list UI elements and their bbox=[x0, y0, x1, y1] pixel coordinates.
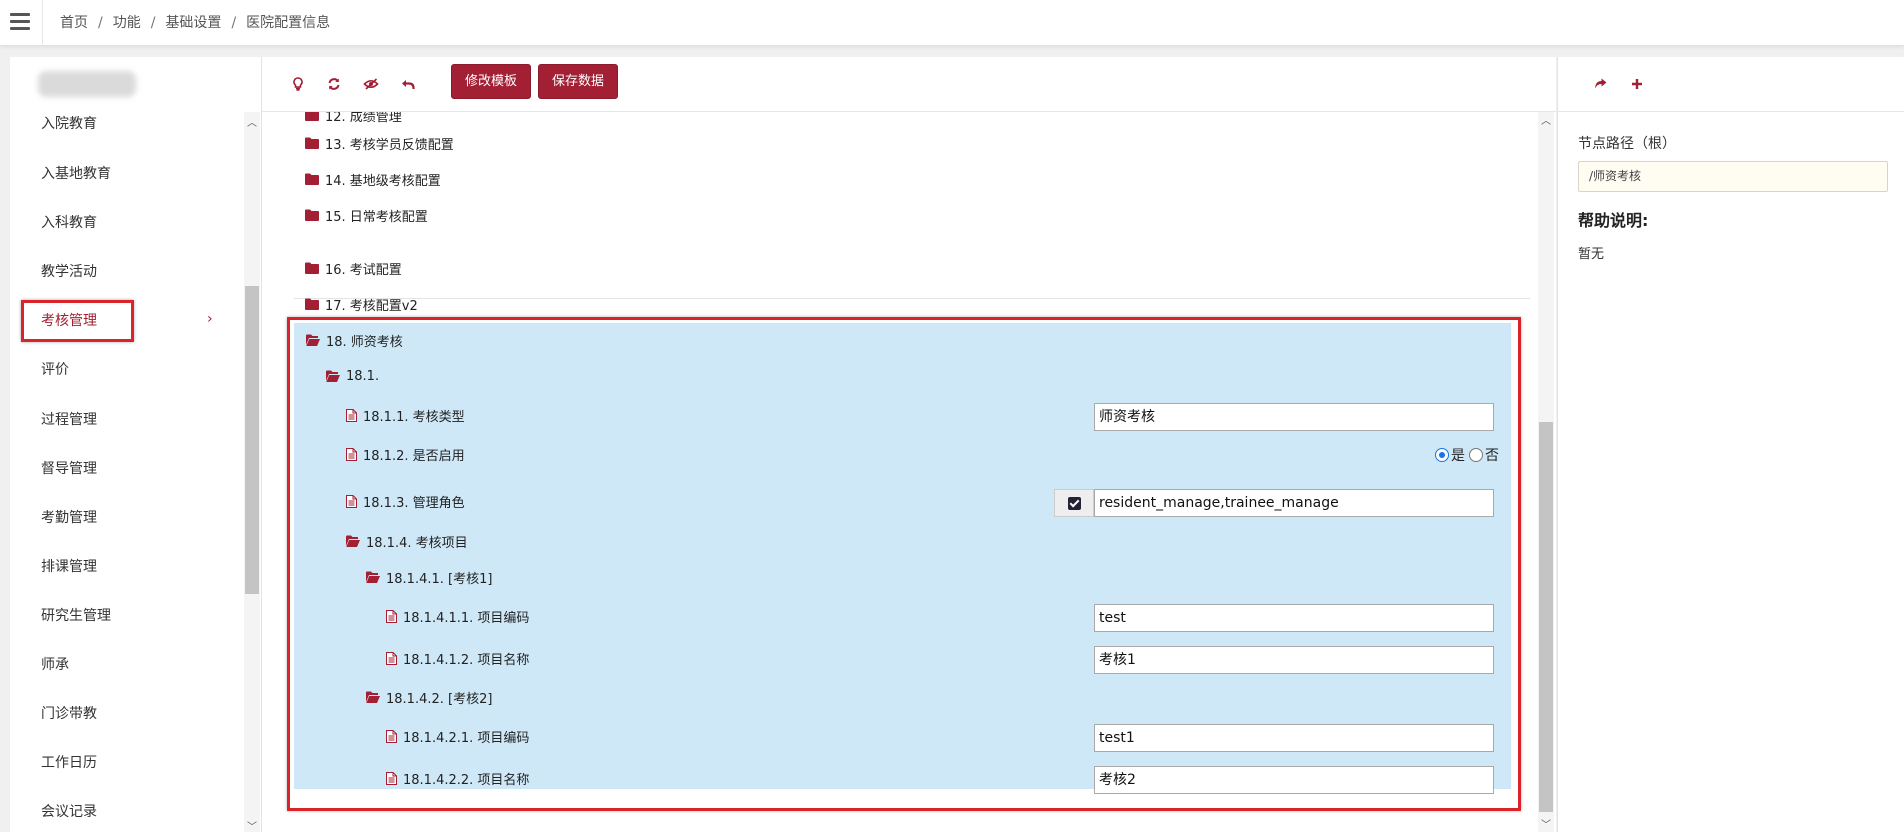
scroll-up-icon[interactable]: ︿ bbox=[246, 114, 258, 129]
scroll-down-icon[interactable]: ﹀ bbox=[246, 818, 258, 832]
folder-icon bbox=[305, 209, 319, 221]
sidebar-item-supervision-management[interactable]: 督导管理 bbox=[41, 458, 97, 478]
breadcrumb-basic-settings[interactable]: 基础设置 bbox=[165, 15, 221, 31]
sidebar-item-department-education[interactable]: 入科教育 bbox=[41, 212, 97, 232]
tree-folder-label: 13. 考核学员反馈配置 bbox=[325, 137, 454, 153]
save-data-button[interactable]: 保存数据 bbox=[538, 64, 619, 99]
chevron-right-icon: › bbox=[207, 311, 213, 327]
tree-folder[interactable]: 14. 基地级考核配置 bbox=[305, 168, 441, 190]
refresh-icon[interactable] bbox=[321, 71, 347, 97]
sidebar-item-base-education[interactable]: 入基地教育 bbox=[41, 163, 111, 183]
node-path-label: 节点路径（根） bbox=[1578, 136, 1676, 152]
sidebar-item-process-management[interactable]: 过程管理 bbox=[41, 409, 97, 429]
scroll-up-icon[interactable]: ︿ bbox=[1540, 112, 1552, 127]
sidebar-item-outpatient-teaching[interactable]: 门诊带教 bbox=[41, 703, 97, 723]
divider bbox=[42, 0, 43, 46]
tree-folder[interactable]: 15. 日常考核配置 bbox=[305, 204, 428, 226]
share-icon[interactable] bbox=[1587, 71, 1613, 97]
right-panel: 节点路径（根） /师资考核 帮助说明: 暂无 bbox=[1557, 57, 1904, 832]
sidebar-item-graduate-management[interactable]: 研究生管理 bbox=[41, 605, 111, 625]
folder-icon bbox=[305, 112, 319, 121]
breadcrumb-current: 医院配置信息 bbox=[246, 15, 331, 31]
tree-scrollbar[interactable]: ︿ ﹀ bbox=[1538, 112, 1554, 832]
breadcrumb-separator: / bbox=[98, 15, 103, 31]
folder-icon bbox=[305, 262, 319, 274]
top-bar: 首页 / 功能 / 基础设置 / 医院配置信息 bbox=[0, 0, 1904, 46]
tree-folder[interactable]: 13. 考核学员反馈配置 bbox=[305, 132, 454, 154]
lightbulb-icon[interactable] bbox=[285, 71, 311, 97]
plus-icon[interactable] bbox=[1624, 71, 1650, 97]
menu-toggle-icon[interactable] bbox=[10, 13, 30, 31]
sidebar-item-admission-education[interactable]: 入院教育 bbox=[41, 113, 97, 133]
folder-icon bbox=[305, 137, 319, 149]
tree-folder-label: 12. 成绩管理 bbox=[325, 112, 402, 125]
tree-folder-label: 16. 考试配置 bbox=[325, 262, 402, 278]
toolbar: 修改模板 保存数据 bbox=[262, 57, 1556, 112]
sidebar-item-evaluation[interactable]: 评价 bbox=[41, 359, 69, 379]
blurred-logo bbox=[38, 71, 136, 97]
tree-folder[interactable]: 17. 考核配置v2 bbox=[305, 293, 418, 315]
sidebar-item-schedule-management[interactable]: 排课管理 bbox=[41, 556, 97, 576]
tree-folder[interactable]: 16. 考试配置 bbox=[305, 257, 402, 279]
main-panel: 修改模板 保存数据 12. 成绩管理 13. 考核学员反馈配置 14. 基地级考… bbox=[262, 57, 1556, 832]
breadcrumb-separator: / bbox=[231, 15, 237, 31]
breadcrumb-separator: / bbox=[150, 15, 156, 31]
scrollbar-thumb[interactable] bbox=[245, 286, 259, 594]
folder-icon bbox=[305, 173, 319, 185]
config-tree: 12. 成绩管理 13. 考核学员反馈配置 14. 基地级考核配置 15. 日常… bbox=[282, 112, 1546, 832]
scroll-down-icon[interactable]: ﹀ bbox=[1540, 816, 1552, 831]
edit-template-button[interactable]: 修改模板 bbox=[451, 64, 532, 99]
help-title: 帮助说明: bbox=[1578, 211, 1649, 230]
scrollbar-thumb[interactable] bbox=[1539, 422, 1553, 812]
breadcrumb: 首页 / 功能 / 基础设置 / 医院配置信息 bbox=[60, 0, 330, 46]
sidebar: 入院教育 入基地教育 入科教育 教学活动 考核管理 › 评价 过程管理 督导管理… bbox=[10, 57, 262, 832]
sidebar-item-mentorship[interactable]: 师承 bbox=[41, 654, 69, 674]
sidebar-item-teaching-activity[interactable]: 教学活动 bbox=[41, 261, 97, 281]
node-path-input[interactable]: /师资考核 bbox=[1578, 161, 1888, 192]
breadcrumb-function[interactable]: 功能 bbox=[113, 15, 141, 31]
sidebar-item-meeting-records[interactable]: 会议记录 bbox=[41, 801, 97, 821]
tree-folder-label: 15. 日常考核配置 bbox=[325, 209, 428, 225]
tree-folder-label: 14. 基地级考核配置 bbox=[325, 173, 441, 189]
help-text: 暂无 bbox=[1578, 247, 1605, 262]
highlight-box bbox=[21, 300, 134, 342]
sidebar-item-work-calendar[interactable]: 工作日历 bbox=[41, 752, 97, 772]
highlight-box bbox=[287, 317, 1521, 811]
divider bbox=[294, 298, 1530, 299]
sidebar-item-attendance-management[interactable]: 考勤管理 bbox=[41, 507, 97, 527]
undo-icon[interactable] bbox=[395, 71, 421, 97]
tree-folder[interactable]: 12. 成绩管理 bbox=[305, 112, 402, 126]
tree-folder-label: 17. 考核配置v2 bbox=[325, 298, 418, 314]
eye-slash-icon[interactable] bbox=[358, 71, 384, 97]
folder-icon bbox=[305, 298, 319, 310]
breadcrumb-home[interactable]: 首页 bbox=[60, 15, 88, 31]
right-toolbar bbox=[1558, 57, 1904, 112]
sidebar-scrollbar[interactable]: ︿ ﹀ bbox=[244, 112, 260, 832]
